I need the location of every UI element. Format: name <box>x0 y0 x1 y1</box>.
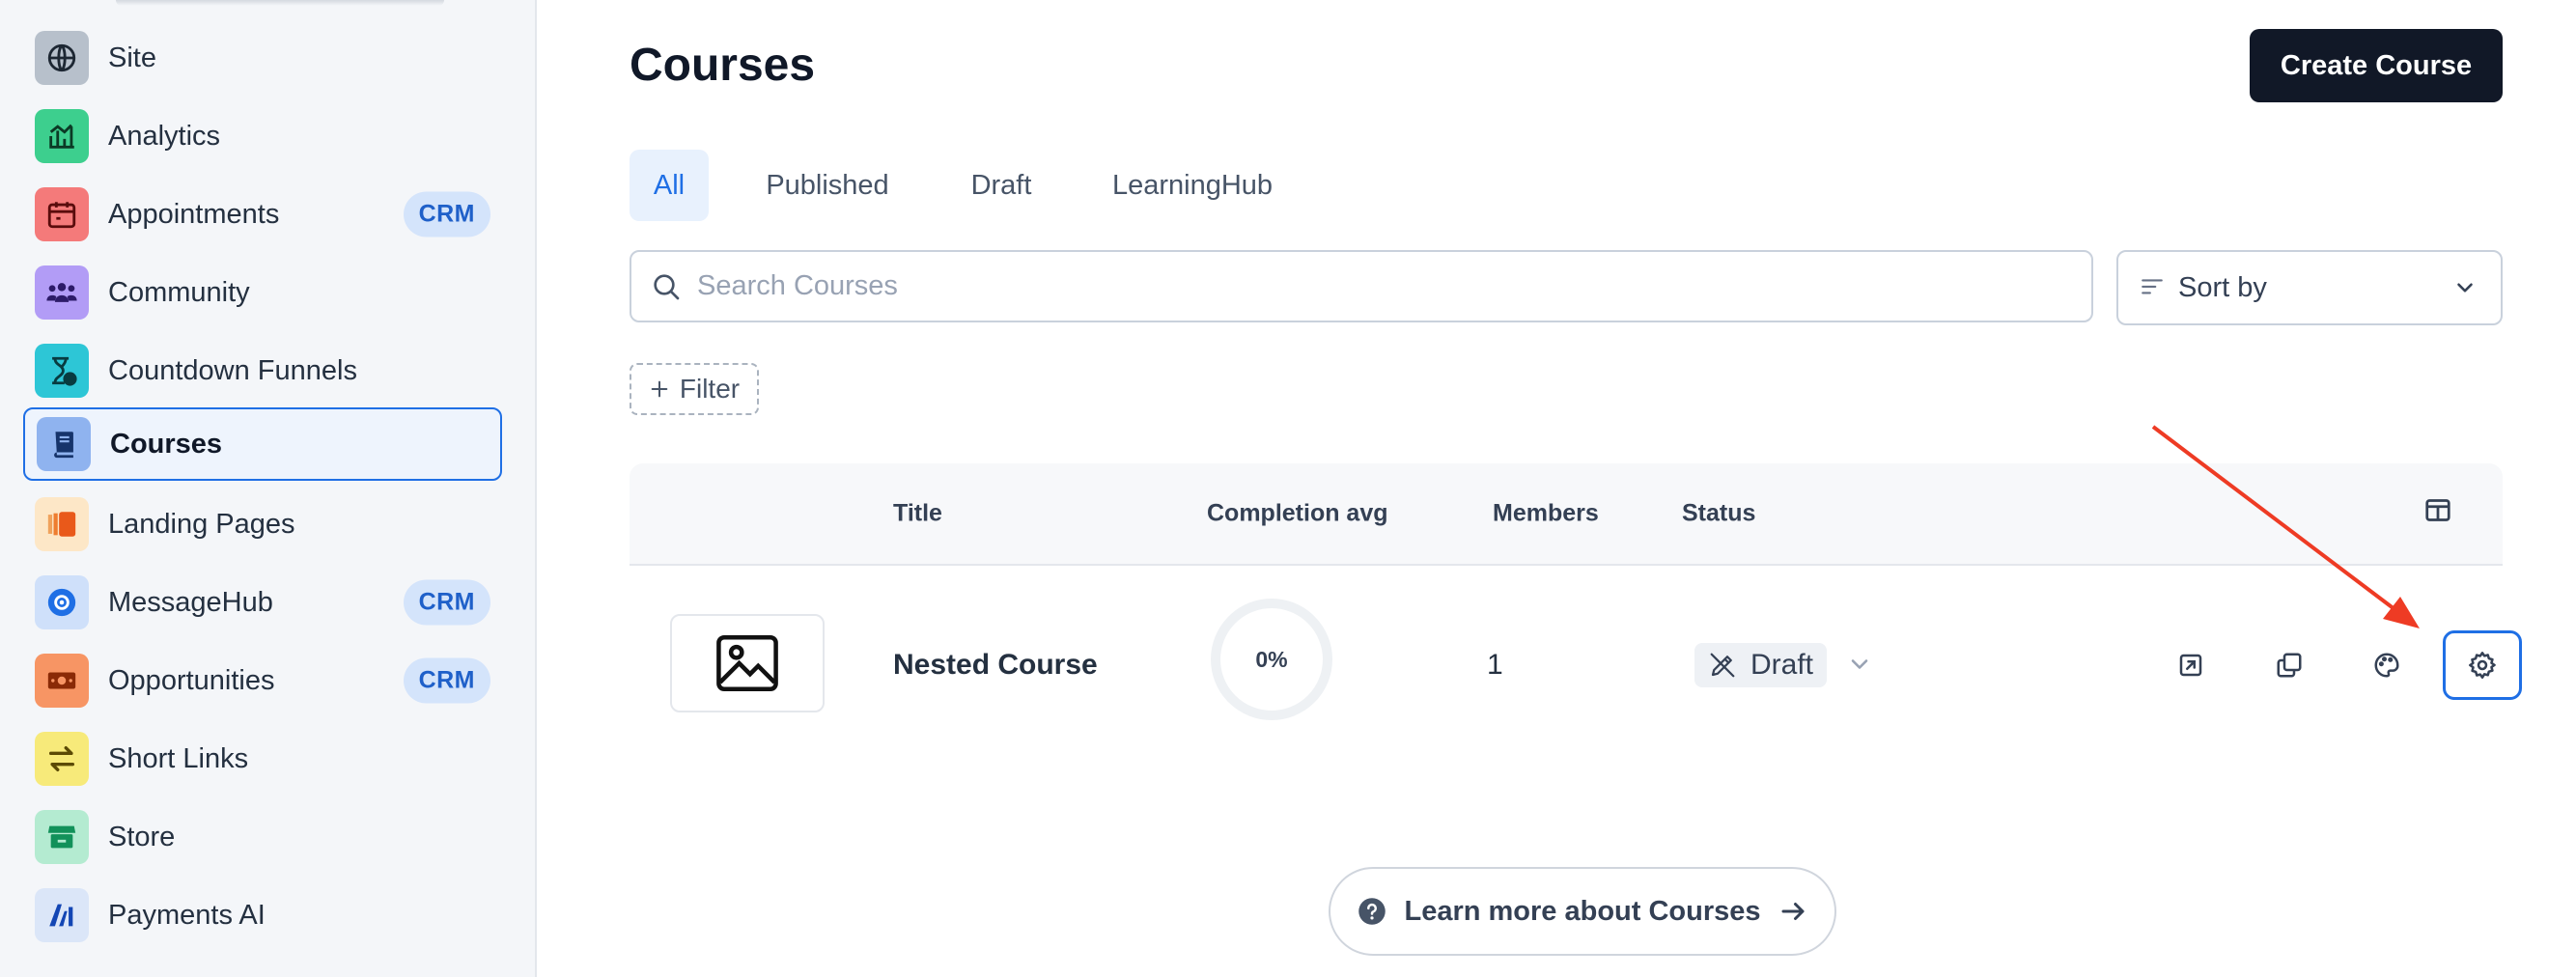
column-header-completion[interactable]: Completion avg <box>1207 500 1388 528</box>
status-badge[interactable]: Draft <box>1694 643 1828 687</box>
pages-icon <box>35 497 89 551</box>
column-header-members[interactable]: Members <box>1493 500 1599 528</box>
ai-logo-icon <box>35 888 89 942</box>
crm-badge: CRM <box>403 191 490 237</box>
arrow-right-icon <box>1781 903 1805 920</box>
sidebar-item-landing-pages[interactable]: Landing Pages <box>23 488 502 561</box>
sidebar-item-label: Appointments <box>108 198 280 230</box>
sidebar-item-label: MessageHub <box>108 586 273 618</box>
sidebar-item-label: Short Links <box>108 742 249 774</box>
crm-badge: CRM <box>403 657 490 704</box>
gear-icon <box>2469 652 2496 679</box>
completion-value: 0% <box>1255 646 1288 672</box>
sort-lines-icon <box>2142 279 2163 294</box>
sidebar-item-label: Countdown Funnels <box>108 354 357 386</box>
bar-chart-icon <box>35 109 89 163</box>
table-header: Title Completion avg Members Status <box>630 463 2503 566</box>
sort-label: Sort by <box>2178 271 2267 303</box>
learn-more-button[interactable]: Learn more about Courses <box>1329 867 1836 956</box>
status-chevron-down-icon[interactable] <box>1846 651 1873 678</box>
sidebar-item-label: Store <box>108 821 176 852</box>
tab-published[interactable]: Published <box>749 150 906 221</box>
draft-pencil-icon <box>1710 653 1735 678</box>
open-course-button[interactable] <box>2155 631 2226 699</box>
tab-learninghub[interactable]: LearningHub <box>1093 150 1292 221</box>
sidebar-item-opportunities[interactable]: Opportunities CRM <box>23 644 502 717</box>
column-header-title[interactable]: Title <box>893 500 942 528</box>
filter-button[interactable]: Filter <box>630 363 759 415</box>
sidebar-item-payments-ai[interactable]: Payments AI <box>23 879 502 952</box>
column-header-status[interactable]: Status <box>1682 500 1755 528</box>
page-title: Courses <box>630 40 816 91</box>
sidebar-scroll-shadow <box>116 0 444 6</box>
sidebar-item-label: Payments AI <box>108 899 266 931</box>
sidebar-item-store[interactable]: Store <box>23 800 502 874</box>
sidebar-item-label: Site <box>108 42 156 73</box>
book-icon <box>37 417 91 471</box>
tab-draft[interactable]: Draft <box>952 150 1050 221</box>
course-settings-button[interactable] <box>2443 630 2522 700</box>
learn-more-label: Learn more about Courses <box>1404 895 1761 927</box>
course-thumbnail[interactable] <box>670 614 825 712</box>
sidebar-item-messagehub[interactable]: MessageHub CRM <box>23 566 502 639</box>
copy-icon <box>2277 653 2302 678</box>
money-icon <box>35 654 89 708</box>
tab-all[interactable]: All <box>630 150 709 221</box>
members-count: 1 <box>1487 649 1503 681</box>
sidebar-item-label: Analytics <box>108 120 221 152</box>
sidebar-item-countdown-funnels[interactable]: Countdown Funnels <box>23 334 502 407</box>
sidebar-item-analytics[interactable]: Analytics <box>23 99 502 173</box>
sidebar-item-appointments[interactable]: Appointments CRM <box>23 178 502 251</box>
search-input[interactable] <box>695 269 2051 303</box>
external-link-icon <box>2179 654 2202 677</box>
status-label: Draft <box>1750 649 1814 681</box>
swap-arrows-icon <box>35 732 89 786</box>
create-course-button[interactable]: Create Course <box>2250 29 2503 102</box>
sidebar-item-courses[interactable]: Courses <box>23 407 502 481</box>
people-icon <box>35 265 89 320</box>
duplicate-course-button[interactable] <box>2254 631 2325 699</box>
sidebar-item-site[interactable]: Site <box>23 21 502 95</box>
sidebar-item-community[interactable]: Community <box>23 256 502 329</box>
palette-icon <box>2374 653 2399 678</box>
plus-icon <box>651 380 668 398</box>
sort-dropdown[interactable]: Sort by <box>2116 250 2503 325</box>
help-circle-icon <box>1358 898 1386 925</box>
globe-icon <box>35 31 89 85</box>
sidebar-item-label: Community <box>108 276 250 308</box>
chevron-down-icon <box>2457 283 2473 293</box>
store-icon <box>35 810 89 864</box>
filter-label: Filter <box>679 374 741 404</box>
chat-gear-icon <box>35 575 89 629</box>
sidebar-item-label: Landing Pages <box>108 508 295 540</box>
image-placeholder-icon <box>716 634 778 692</box>
customize-theme-button[interactable] <box>2351 631 2422 699</box>
sidebar-item-short-links[interactable]: Short Links <box>23 722 502 796</box>
calendar-icon <box>35 187 89 241</box>
search-icon <box>654 273 680 299</box>
crm-badge: CRM <box>403 579 490 626</box>
course-title[interactable]: Nested Course <box>893 649 1098 682</box>
search-box[interactable] <box>630 250 2093 322</box>
sidebar: Site Analytics Appointments CRM Communit… <box>0 0 537 977</box>
sidebar-item-label: Opportunities <box>108 664 275 696</box>
column-layout-icon[interactable] <box>2423 496 2452 532</box>
table-row[interactable]: Nested Course 0% 1 Draft <box>630 566 2522 765</box>
sidebar-item-label: Courses <box>110 428 223 460</box>
hourglass-icon <box>35 344 89 398</box>
